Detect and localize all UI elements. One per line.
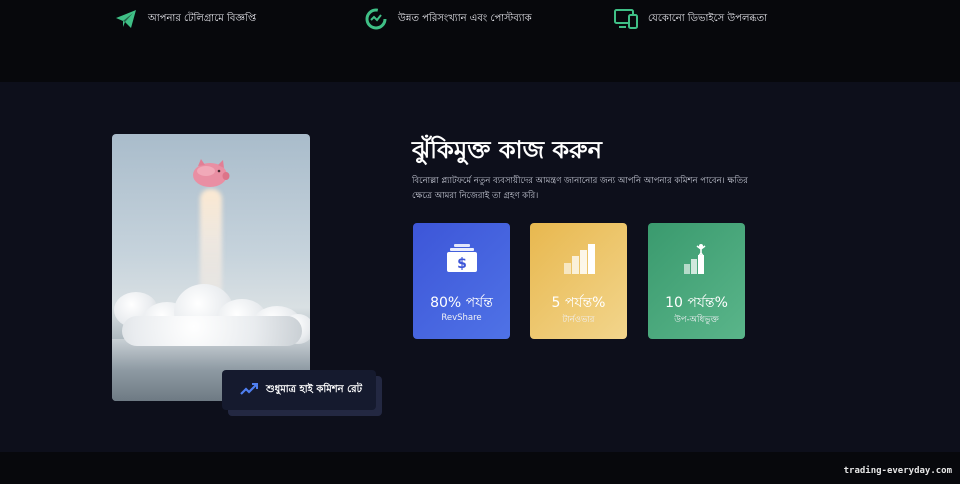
money-stack-icon: $	[413, 243, 510, 275]
stat-label: টার্নওভার	[562, 315, 595, 325]
feature-statistics-label: উন্নত পরিসংখ্যান এবং পোস্টব্যাক	[398, 12, 532, 24]
promo-section: শুধুমাত্র হাই কমিশন রেট ঝুঁকিমুক্ত কাজ ক…	[0, 82, 960, 452]
stat-value: 5 পর্যন্ত%	[551, 295, 606, 311]
stat-value: 80% পর্যন্ত	[430, 295, 493, 311]
stat-label: RevShare	[441, 313, 482, 323]
stat-label: উপ-অধিভুক্ত	[674, 315, 719, 325]
stat-card-revshare: $ 80% পর্যন্ত RevShare	[413, 223, 510, 339]
bar-chart-icon	[530, 243, 627, 275]
devices-icon	[614, 8, 638, 30]
svg-text:$: $	[457, 256, 467, 272]
stat-value: 10 পর্যন্ত%	[665, 295, 728, 311]
high-commission-label: শুধুমাত্র হাই কমিশন রেট	[266, 383, 363, 395]
footer	[0, 452, 960, 484]
feature-telegram: আপনার টেলিগ্রামে বিজ্ঞপ্তি	[114, 8, 256, 30]
features-bar: আপনার টেলিগ্রামে বিজ্ঞপ্তি উন্নত পরিসংখ্…	[0, 0, 960, 82]
feature-devices-label: যেকোনো ডিভাইসে উপলব্ধতা	[648, 12, 767, 24]
trend-up-icon	[240, 381, 258, 400]
feature-devices: যেকোনো ডিভাইসে উপলব্ধতা	[614, 8, 767, 30]
promo-description: বিনোল্লা প্ল্যাটফর্মে নতুন ব্যবসায়ীদের …	[412, 176, 748, 201]
page-title: ঝুঁকিমুক্ত কাজ করুন	[412, 136, 602, 164]
feature-statistics: উন্নত পরিসংখ্যান এবং পোস্টব্যাক	[364, 8, 532, 30]
telegram-icon	[114, 8, 138, 30]
stat-card-turnover: 5 পর্যন্ত% টার্নওভার	[530, 223, 627, 339]
stats-refresh-icon	[364, 8, 388, 30]
growth-person-icon	[648, 243, 745, 275]
feature-telegram-label: আপনার টেলিগ্রামে বিজ্ঞপ্তি	[148, 12, 257, 24]
watermark: trading-everyday.com	[843, 466, 952, 476]
piggy-bank-icon	[193, 159, 230, 187]
rocket-piggy-bank-image	[112, 134, 310, 401]
stat-card-sub-affiliate: 10 পর্যন্ত% উপ-অধিভুক্ত	[648, 223, 745, 339]
high-commission-badge: শুধুমাত্র হাই কমিশন রেট	[222, 370, 376, 410]
